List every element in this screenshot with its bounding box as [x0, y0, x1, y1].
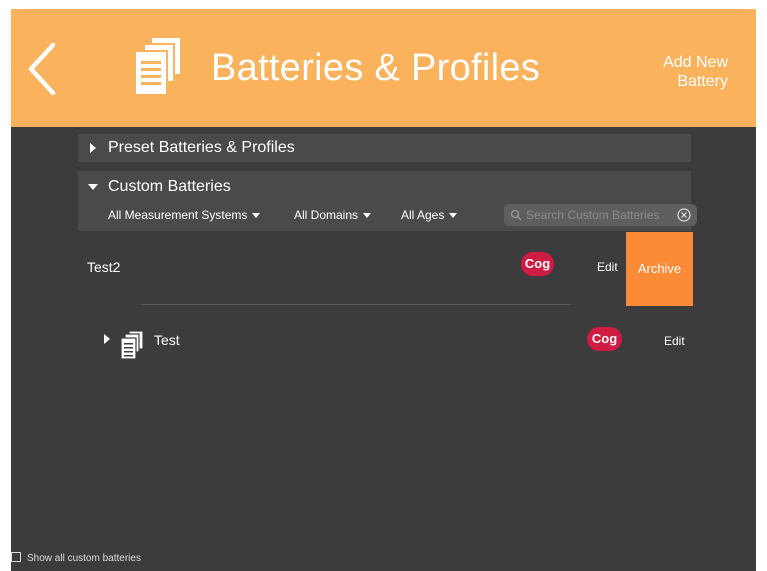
disclosure-down-icon[interactable]	[88, 184, 98, 190]
edit-button[interactable]: Edit	[597, 260, 618, 274]
caret-down-icon	[252, 213, 261, 219]
clear-icon[interactable]	[677, 208, 691, 222]
divider	[141, 304, 571, 305]
search-box	[504, 204, 697, 226]
measurement-systems-filter[interactable]: All Measurement Systems	[108, 208, 261, 222]
search-icon	[510, 209, 522, 221]
expand-row-icon[interactable]	[104, 334, 110, 344]
battery-name-test[interactable]: Test	[154, 332, 180, 348]
edit-button[interactable]: Edit	[664, 334, 685, 348]
add-new-battery-button[interactable]: Add New Battery	[618, 53, 728, 91]
disclosure-right-icon	[90, 143, 96, 153]
preset-batteries-section[interactable]: Preset Batteries & Profiles	[78, 134, 691, 162]
ages-filter-label: All Ages	[401, 208, 445, 222]
cog-badge: Cog	[521, 252, 554, 276]
show-all-custom-batteries[interactable]: Show all custom batteries	[11, 552, 141, 564]
documents-icon	[129, 35, 185, 101]
app-screen: Batteries & Profiles Add New Battery Pre…	[11, 9, 756, 571]
chevron-left-icon	[28, 42, 56, 96]
custom-batteries-section: Custom Batteries All Measurement Systems…	[78, 171, 697, 231]
documents-icon	[119, 330, 145, 360]
preset-batteries-label: Preset Batteries & Profiles	[108, 139, 295, 156]
custom-batteries-label[interactable]: Custom Batteries	[108, 178, 231, 196]
page-title: Batteries & Profiles	[211, 47, 541, 89]
caret-down-icon	[449, 213, 458, 219]
header-bar: Batteries & Profiles Add New Battery	[11, 9, 756, 127]
back-button[interactable]	[23, 39, 63, 99]
show-all-checkbox[interactable]	[11, 552, 21, 562]
domains-filter-label: All Domains	[294, 208, 359, 222]
add-new-label-line1: Add New	[663, 54, 728, 71]
archive-button[interactable]: Archive	[626, 232, 693, 306]
domains-filter[interactable]: All Domains	[294, 208, 372, 222]
ages-filter[interactable]: All Ages	[401, 208, 458, 222]
show-all-label: Show all custom batteries	[27, 553, 141, 564]
add-new-label-line2: Battery	[677, 73, 728, 90]
battery-name-test2[interactable]: Test2	[87, 259, 120, 275]
measurement-filter-label: All Measurement Systems	[108, 208, 248, 222]
cog-badge: Cog	[587, 327, 622, 351]
search-input[interactable]	[526, 206, 674, 224]
caret-down-icon	[363, 213, 372, 219]
